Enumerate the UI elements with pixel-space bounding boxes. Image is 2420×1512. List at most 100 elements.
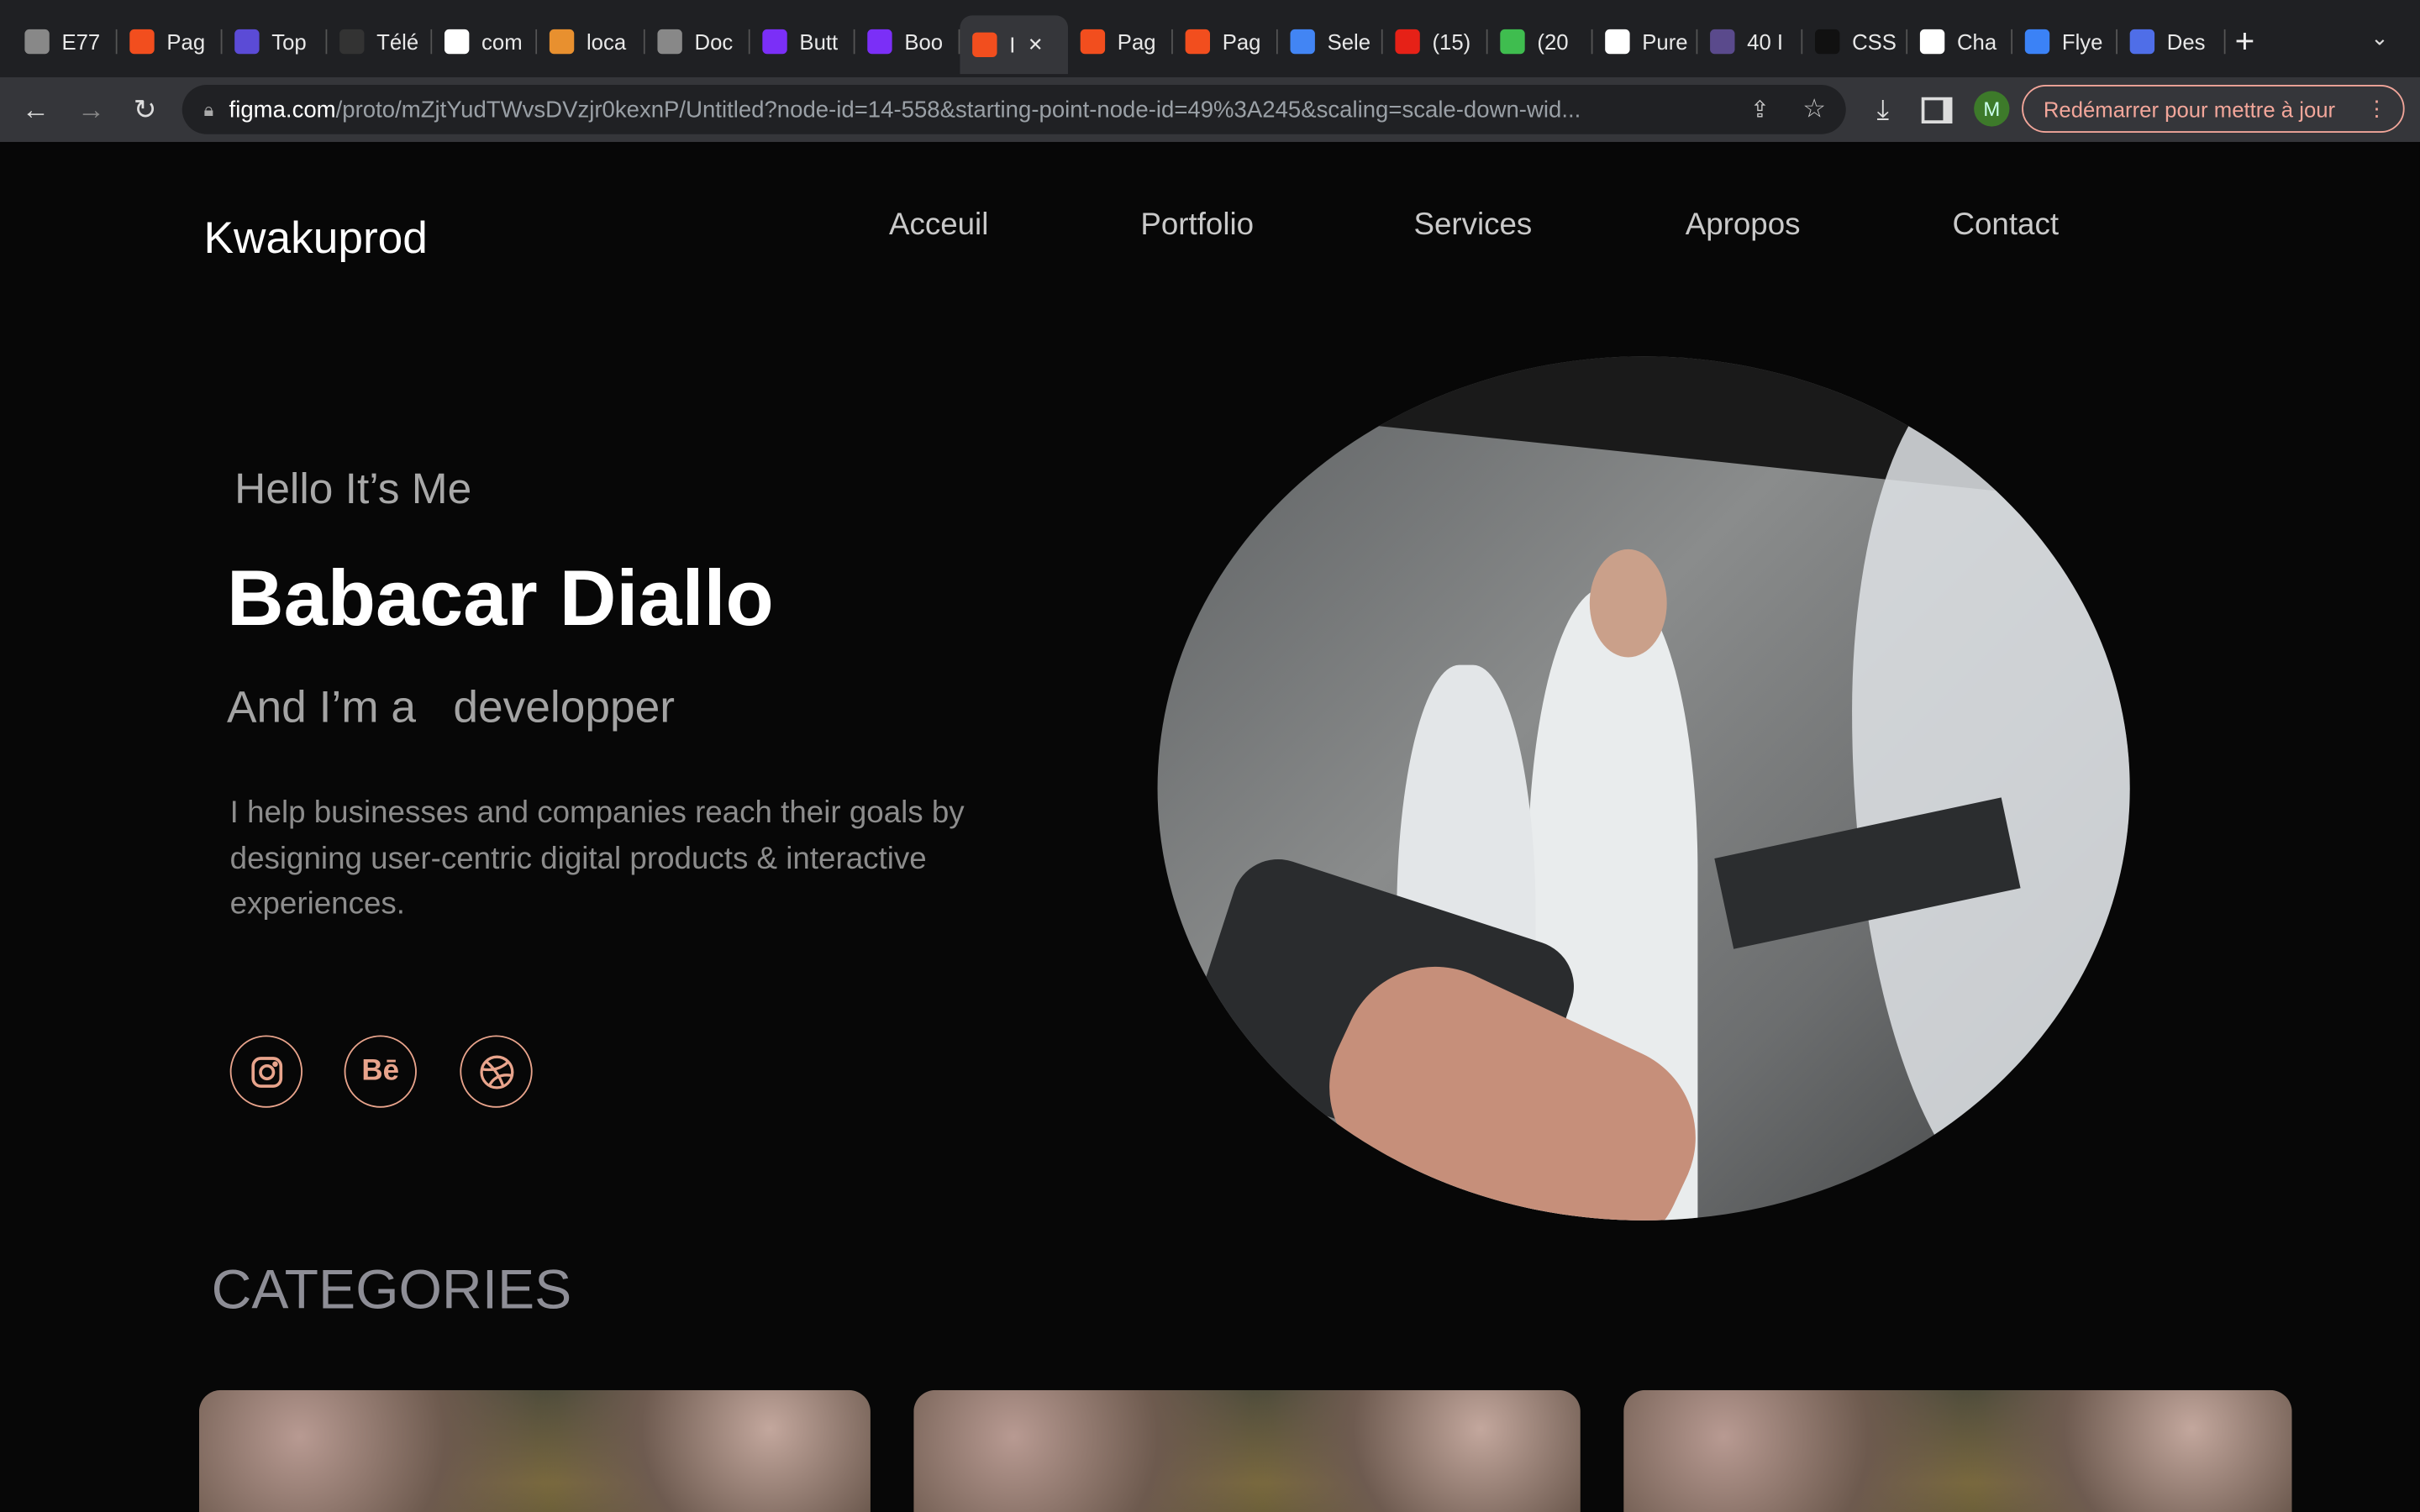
role-text: developper	[453, 683, 675, 733]
browser-tab[interactable]: E77	[13, 18, 118, 65]
globe-icon	[24, 29, 50, 55]
youtube-icon	[1395, 29, 1420, 55]
category-card[interactable]	[1623, 1389, 2292, 1512]
category-card[interactable]	[913, 1389, 1581, 1512]
tab-title: loca	[586, 29, 627, 55]
browser-tab[interactable]: CSS	[1802, 18, 1908, 65]
lock-icon: 🔒︎	[203, 97, 214, 120]
bootstrap-icon	[762, 29, 787, 55]
browser-tab[interactable]: Pag	[1068, 18, 1173, 65]
tab-title: Cha	[1956, 29, 1997, 55]
category-card[interactable]	[198, 1389, 871, 1512]
tab-title: com	[481, 29, 523, 55]
browser-tab[interactable]: (15)	[1383, 18, 1488, 65]
nav-contact[interactable]: Contact	[1952, 208, 2059, 244]
behance-button[interactable]: Bē	[344, 1035, 417, 1108]
bookmark-star-icon[interactable]: ☆	[1802, 94, 1826, 125]
download-icon[interactable]: ⤓	[1863, 90, 1903, 130]
reload-button[interactable]: ↻	[125, 90, 166, 130]
browser-tab[interactable]: Sele	[1278, 18, 1383, 65]
dribbble-button[interactable]	[460, 1035, 533, 1108]
colorlib-icon	[1710, 29, 1735, 55]
url-path: /proto/mZjtYudTWvsDVzjr0kexnP/Untitled?n…	[335, 96, 1581, 123]
tab-title: Des	[2166, 29, 2206, 55]
canva-icon	[2024, 29, 2050, 55]
address-bar[interactable]: 🔒︎ figma.com/proto/mZjtYudTWvsDVzjr0kexn…	[182, 85, 1846, 134]
site-logo[interactable]: Kwakuprod	[203, 214, 427, 265]
tab-title: Flye	[2061, 29, 2103, 55]
figma-icon	[1185, 29, 1210, 55]
update-label: Redémarrer pour mettre à jour	[2043, 96, 2336, 122]
tab-title: Pag	[1117, 29, 1156, 55]
nav-acceuil[interactable]: Acceuil	[889, 208, 988, 244]
share-icon[interactable]: ⇪	[1750, 96, 1770, 123]
h-logo-icon	[234, 29, 260, 55]
browser-tab[interactable]: Télé	[327, 18, 433, 65]
tab-title: Boo	[904, 29, 944, 55]
nav-services[interactable]: Services	[1413, 208, 1532, 244]
bootstrap-icon	[867, 29, 892, 55]
browser-tab[interactable]: Doc	[645, 18, 750, 65]
categories-heading: CATEGORIES	[211, 1257, 572, 1321]
browser-tab[interactable]: Pag	[118, 18, 223, 65]
update-button[interactable]: Redémarrer pour mettre à jour ⋮	[2022, 85, 2405, 133]
tab-title: Butt	[799, 29, 839, 55]
chatgpt-icon	[1919, 29, 1945, 55]
url-domain: figma.com	[229, 96, 336, 123]
browser-tab[interactable]: I ✕	[960, 15, 1069, 75]
browser-tab[interactable]: Cha	[1907, 18, 2013, 65]
behance-icon: Bē	[361, 1054, 400, 1087]
tab-title: (15)	[1432, 29, 1471, 55]
tab-title: Télé	[376, 29, 419, 55]
browser-tab[interactable]: Flye	[2012, 18, 2118, 65]
new-tab-button[interactable]: +	[2235, 22, 2255, 62]
m-icon	[1814, 29, 1840, 55]
role-prefix: And I’m a	[226, 683, 416, 733]
browser-tab[interactable]: Butt	[750, 18, 855, 65]
pma-icon	[549, 29, 575, 55]
browser-tab[interactable]: com	[432, 18, 538, 65]
close-tab-icon[interactable]: ✕	[1028, 34, 1043, 55]
browser-tab[interactable]: Des	[2118, 18, 2226, 65]
hero-photo	[1157, 356, 2130, 1221]
tab-title: Top	[271, 29, 307, 55]
menu-dots-icon[interactable]: ⋮	[2366, 96, 2388, 122]
browser-tab[interactable]: loca	[537, 18, 645, 65]
hero-name: Babacar Diallo	[226, 554, 774, 643]
hero-description: I help businesses and companies reach th…	[229, 795, 965, 921]
url-text[interactable]: figma.com/proto/mZjtYudTWvsDVzjr0kexnP/U…	[229, 97, 1581, 123]
nav-apropos[interactable]: Apropos	[1686, 208, 1801, 244]
browser-tab[interactable]: (20	[1488, 18, 1593, 65]
tab-search-chevron-icon[interactable]: ⌄	[2370, 24, 2389, 50]
globe-icon	[657, 29, 682, 55]
dribbble-icon	[479, 1054, 513, 1089]
tab-title: Pag	[166, 29, 206, 55]
browser-tab[interactable]: Top	[222, 18, 328, 65]
browser-tab[interactable]: Pag	[1173, 18, 1278, 65]
profile-avatar[interactable]: M	[1974, 91, 2010, 127]
instagram-button[interactable]	[229, 1035, 302, 1108]
tab-title: E77	[61, 29, 101, 55]
google-icon	[444, 29, 470, 55]
hero-greeting: Hello It’s Me	[234, 464, 472, 512]
side-panel-icon[interactable]	[1917, 90, 1957, 130]
tab-title: Pure	[1642, 29, 1688, 55]
hero-role: And I’m a developper	[227, 684, 675, 735]
whatsapp-icon	[1500, 29, 1525, 55]
browser-tab[interactable]: 40 I	[1697, 18, 1803, 65]
browser-tab[interactable]: Pure	[1593, 18, 1698, 65]
png-icon	[339, 29, 365, 55]
forward-button[interactable]: →	[71, 90, 111, 130]
browser-toolbar: ← → ↻ 🔒︎ figma.com/proto/mZjtYudTWvsDVzj…	[0, 76, 2420, 142]
browser-tab[interactable]: Boo	[855, 18, 960, 65]
instagram-icon	[250, 1056, 282, 1087]
back-button[interactable]: ←	[15, 90, 55, 130]
ads-icon	[1290, 29, 1315, 55]
nav-portfolio[interactable]: Portfolio	[1140, 208, 1254, 244]
tab-title: Pag	[1222, 29, 1261, 55]
figma-icon	[1080, 29, 1106, 55]
figma-prototype-page: Kwakuprod Acceuil Portfolio Services Apr…	[0, 143, 2420, 1512]
tab-title: Sele	[1327, 29, 1371, 55]
tab-title: I	[1009, 32, 1016, 57]
tab-title: (20	[1537, 29, 1569, 55]
